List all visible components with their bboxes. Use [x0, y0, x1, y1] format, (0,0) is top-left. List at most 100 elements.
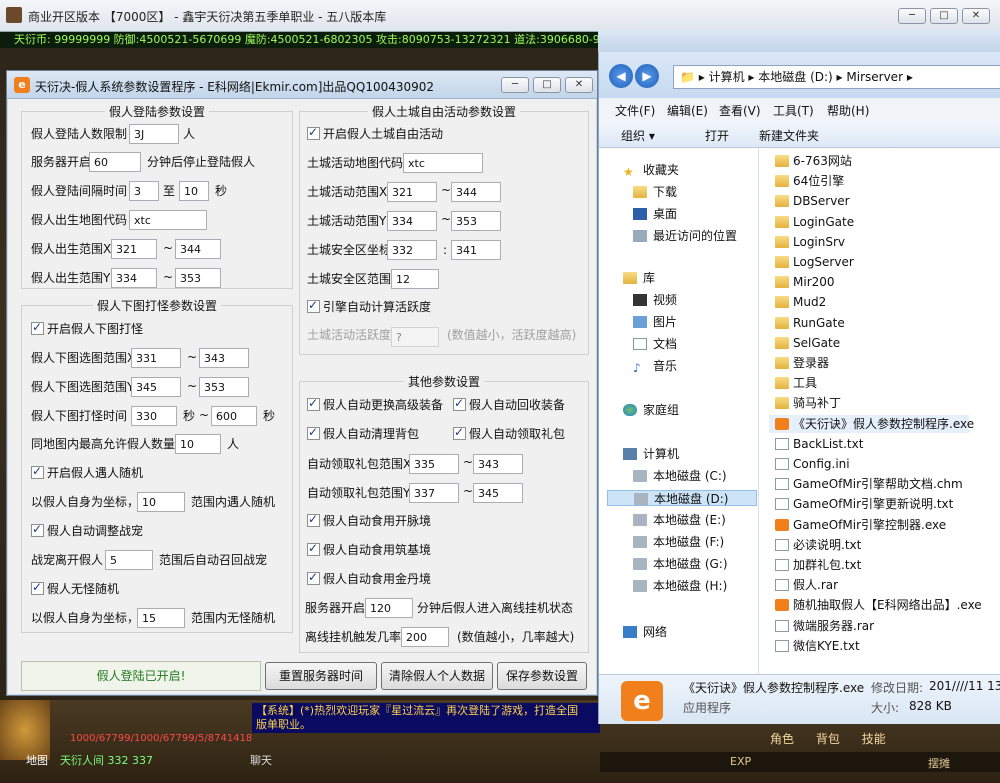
birth-rangey-from-input[interactable] [111, 268, 157, 288]
address-bar[interactable]: 📁 ▸ 计算机 ▸ 本地磁盘 (D:) ▸ Mirserver ▸ [673, 65, 1000, 89]
nav-documents[interactable]: 文档 [633, 336, 677, 352]
menu-file[interactable]: 文件(F) [615, 102, 655, 119]
safe-coord-y-input[interactable] [451, 240, 501, 260]
dialog-minimize-button[interactable]: ─ [501, 77, 529, 93]
nav-computer[interactable]: 计算机 [623, 446, 679, 462]
organize-button[interactable]: 组织 ▾ [621, 127, 655, 144]
file-item[interactable]: LogServer [775, 253, 854, 271]
open-button[interactable]: 打开 [705, 127, 729, 144]
city-rangey-to-input[interactable] [451, 211, 501, 231]
minimize-button[interactable]: ─ [898, 8, 926, 24]
safe-coord-x-input[interactable] [387, 240, 437, 260]
file-item[interactable]: LoginGate [775, 213, 854, 231]
meet-range-input[interactable] [137, 492, 185, 512]
save-settings-button[interactable]: 保存参数设置 [497, 662, 587, 690]
city-rangex-to-input[interactable] [451, 182, 501, 202]
auto-gift-checkbox[interactable] [453, 425, 466, 440]
safe-range-input[interactable] [391, 269, 439, 289]
activity-auto-checkbox[interactable] [307, 298, 320, 313]
new-folder-button[interactable]: 新建文件夹 [759, 127, 819, 144]
auto-clean-bag-checkbox[interactable] [307, 425, 320, 440]
food-zhuji-checkbox[interactable] [307, 541, 320, 556]
talk-label[interactable]: 聊天 [250, 752, 272, 768]
activity-value-input[interactable] [391, 327, 439, 347]
nav-drive-h[interactable]: 本地磁盘 (H:) [633, 578, 727, 594]
nav-music[interactable]: ♪ 音乐 [633, 358, 677, 375]
no-monster-checkbox[interactable] [31, 580, 44, 595]
reset-server-time-button[interactable]: 重置服务器时间 [265, 662, 377, 690]
no-monster-range-input[interactable] [137, 608, 185, 628]
maximize-button[interactable]: □ [930, 8, 958, 24]
file-item[interactable]: SelGate [775, 334, 840, 352]
file-item[interactable]: 必读说明.txt [775, 536, 861, 554]
hunt-time-from-input[interactable] [131, 406, 177, 426]
file-item[interactable]: 登录器 [775, 354, 829, 372]
file-item[interactable]: LoginSrv [775, 233, 845, 251]
nav-downloads[interactable]: 下载 [633, 184, 677, 200]
menu-tools[interactable]: 工具(T) [773, 102, 814, 119]
gift-rangey-from-input[interactable] [409, 483, 459, 503]
gift-rangex-from-input[interactable] [409, 454, 459, 474]
gift-rangey-to-input[interactable] [473, 483, 523, 503]
file-item[interactable]: Config.ini [775, 455, 850, 473]
food-kaimai-checkbox[interactable] [307, 512, 320, 527]
birth-rangex-to-input[interactable] [175, 239, 221, 259]
meet-enable-checkbox[interactable] [31, 464, 44, 479]
file-item[interactable]: GameOfMir引擎更新说明.txt [775, 495, 953, 513]
menu-edit[interactable]: 编辑(E) [667, 102, 708, 119]
nav-pictures[interactable]: 图片 [633, 314, 677, 330]
hunt-enable-checkbox[interactable] [31, 320, 44, 335]
breadcrumb-mirserver[interactable]: Mirserver [846, 70, 903, 84]
menu-help[interactable]: 帮助(H) [827, 102, 869, 119]
nav-favorites[interactable]: ★ 收藏夹 [623, 162, 679, 179]
file-item[interactable]: 《天衍诀》假人参数控制程序.exe [769, 414, 974, 433]
role-button[interactable]: 角色 [770, 730, 794, 747]
dialog-maximize-button[interactable]: □ [533, 77, 561, 93]
nav-library[interactable]: 库 [623, 270, 655, 286]
nav-drive-c[interactable]: 本地磁盘 (C:) [633, 468, 727, 484]
trigger-input[interactable] [401, 627, 449, 647]
nav-drive-e[interactable]: 本地磁盘 (E:) [633, 512, 726, 528]
nav-network[interactable]: 网络 [623, 624, 667, 640]
back-icon[interactable]: ◀ [609, 64, 633, 88]
gift-rangex-to-input[interactable] [473, 454, 523, 474]
file-item[interactable]: 工具 [775, 374, 817, 392]
file-item[interactable]: Mir200 [775, 273, 835, 291]
login-interval-to-input[interactable] [179, 181, 209, 201]
file-item[interactable]: Mud2 [775, 293, 826, 311]
nav-homegroup[interactable]: 家庭组 [623, 402, 679, 418]
file-item[interactable]: BackList.txt [775, 435, 863, 453]
file-item[interactable]: DBServer [775, 192, 850, 210]
nav-desktop[interactable]: 桌面 [633, 206, 677, 222]
close-button[interactable]: ✕ [962, 8, 990, 24]
skill-button[interactable]: 技能 [862, 730, 886, 747]
hunt-time-to-input[interactable] [211, 406, 257, 426]
login-interval-from-input[interactable] [129, 181, 159, 201]
offline-input[interactable] [365, 598, 413, 618]
nav-video[interactable]: 视频 [633, 292, 677, 308]
nav-drive-f[interactable]: 本地磁盘 (F:) [633, 534, 724, 550]
server-open-input[interactable] [89, 152, 141, 172]
birth-map-input[interactable] [129, 210, 207, 230]
city-rangey-from-input[interactable] [387, 211, 437, 231]
forward-icon[interactable]: ▶ [635, 64, 659, 88]
auto-recycle-checkbox[interactable] [453, 396, 466, 411]
pet-adjust-checkbox[interactable] [31, 522, 44, 537]
nav-drive-g[interactable]: 本地磁盘 (G:) [633, 556, 728, 572]
stall-button[interactable]: 摆摊 [928, 755, 950, 771]
hunt-rangex-from-input[interactable] [131, 348, 181, 368]
file-item[interactable]: 微信KYE.txt [775, 637, 860, 655]
file-item[interactable]: 随机抽取假人【E科网络出品】.exe [775, 596, 982, 614]
pet-leave-input[interactable] [105, 550, 153, 570]
hunt-rangey-from-input[interactable] [131, 377, 181, 397]
breadcrumb-drive-d[interactable]: 本地磁盘 (D:) [758, 70, 832, 84]
file-item[interactable]: 6-763网站 [775, 152, 852, 170]
file-item[interactable]: 骑马补丁 [775, 394, 841, 412]
file-item[interactable]: 假人.rar [775, 576, 838, 594]
breadcrumb-computer[interactable]: 计算机 [709, 70, 745, 84]
file-item[interactable]: GameOfMir引擎控制器.exe [775, 516, 946, 534]
city-rangex-from-input[interactable] [387, 182, 437, 202]
nav-recent[interactable]: 最近访问的位置 [633, 228, 737, 244]
file-item[interactable]: RunGate [775, 314, 845, 332]
city-enable-checkbox[interactable] [307, 125, 320, 140]
